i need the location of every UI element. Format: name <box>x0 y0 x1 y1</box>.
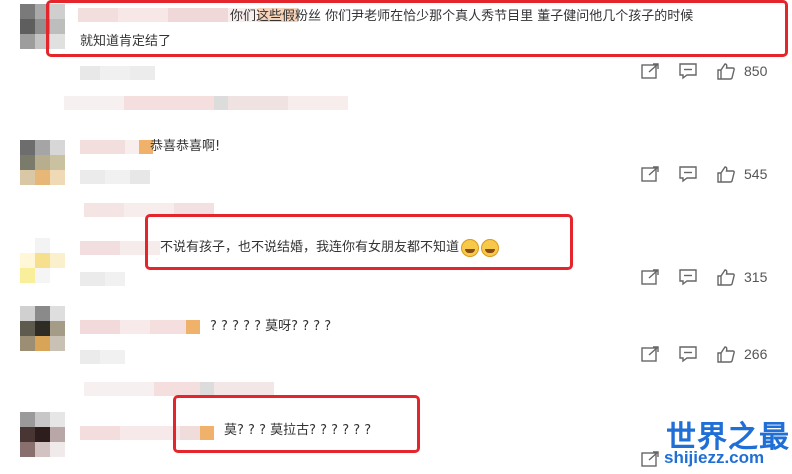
share-icon[interactable] <box>640 164 660 184</box>
avatar[interactable] <box>20 238 65 283</box>
comment-icon[interactable] <box>678 164 698 184</box>
like-count: 266 <box>744 346 768 362</box>
comment-actions: 545 <box>640 163 767 185</box>
comment-text: ? ? ? ? ? 莫呀? ? ? ? <box>210 319 332 334</box>
share-icon[interactable] <box>640 449 660 469</box>
comment-text: 恭喜恭喜啊! <box>150 139 221 154</box>
highlight-box <box>46 0 788 57</box>
watermark-url: shijiezz.com <box>664 448 765 467</box>
comment-actions: 850 <box>640 60 767 82</box>
comment-actions: 266 <box>640 343 767 365</box>
share-icon[interactable] <box>640 267 660 287</box>
avatar[interactable] <box>20 306 65 351</box>
like-icon[interactable] <box>716 61 736 81</box>
comment-icon[interactable] <box>678 344 698 364</box>
avatar[interactable] <box>20 412 65 457</box>
like-icon[interactable] <box>716 344 736 364</box>
comment-actions <box>640 448 660 470</box>
highlight-box <box>145 214 573 270</box>
reply-preview <box>84 382 274 396</box>
comment-icon[interactable] <box>678 267 698 287</box>
username[interactable] <box>80 140 153 154</box>
timestamp <box>80 272 125 286</box>
username[interactable] <box>80 320 200 334</box>
like-icon[interactable] <box>716 267 736 287</box>
reply-preview <box>64 96 348 110</box>
share-icon[interactable] <box>640 344 660 364</box>
timestamp <box>80 170 150 184</box>
avatar[interactable] <box>20 140 65 185</box>
like-count: 850 <box>744 63 768 79</box>
like-count: 315 <box>744 269 768 285</box>
comment-actions: 315 <box>640 266 767 288</box>
comment-icon[interactable] <box>678 61 698 81</box>
like-count: 545 <box>744 166 768 182</box>
share-icon[interactable] <box>640 61 660 81</box>
like-icon[interactable] <box>716 164 736 184</box>
timestamp <box>80 350 125 364</box>
highlight-box <box>173 395 420 453</box>
timestamp <box>80 66 155 80</box>
